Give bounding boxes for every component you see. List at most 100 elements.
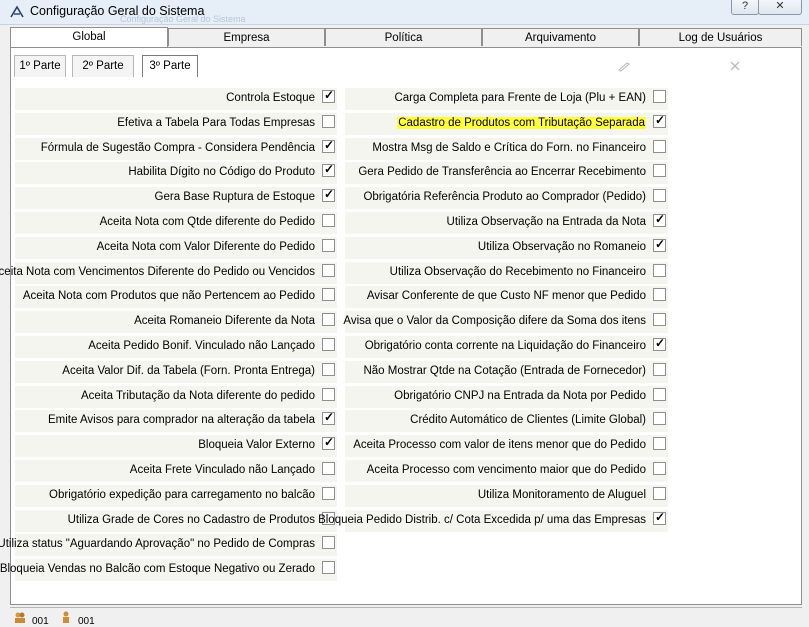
option-row: Carga Completa para Frente de Loja (Plu … bbox=[345, 88, 668, 110]
pencil-icon[interactable] bbox=[617, 59, 631, 73]
checkmark-icon: ✓ bbox=[324, 137, 335, 152]
option-label: Controla Estoque bbox=[226, 92, 315, 104]
option-row: Cadastro de Produtos com Tributação Sepa… bbox=[345, 112, 668, 135]
option-row: Aceita Nota com Valor Diferente do Pedid… bbox=[15, 236, 337, 259]
option-checkbox[interactable] bbox=[653, 387, 666, 401]
option-checkbox[interactable] bbox=[653, 90, 666, 103]
option-checkbox[interactable]: ✓ bbox=[653, 336, 666, 351]
option-checkbox[interactable]: ✓ bbox=[653, 112, 666, 128]
option-row: Bloqueia Vendas no Balcão com Estoque Ne… bbox=[0, 559, 337, 582]
option-checkbox[interactable] bbox=[653, 189, 666, 203]
option-checkbox[interactable] bbox=[322, 238, 335, 252]
option-label: Gera Base Ruptura de Estoque bbox=[154, 191, 315, 204]
option-label: Aceita Processo com vencimento maior que… bbox=[366, 464, 646, 476]
tab-politica[interactable]: Política bbox=[325, 28, 482, 46]
option-checkbox[interactable]: ✓ bbox=[322, 162, 335, 178]
option-row: Aceita Nota com Produtos que não Pertenc… bbox=[15, 286, 337, 309]
option-checkbox[interactable] bbox=[322, 561, 335, 575]
option-checkbox[interactable] bbox=[322, 214, 335, 227]
option-row: Aceita Pedido Bonif. Vinculado não Lança… bbox=[15, 336, 337, 358]
option-checkbox[interactable]: ✓ bbox=[322, 187, 335, 203]
option-checkbox[interactable] bbox=[322, 338, 335, 351]
option-row: Utiliza Monitoramento de Aluguel bbox=[345, 484, 668, 507]
option-label: Crédito Automático de Clientes (Limite G… bbox=[410, 414, 646, 427]
option-row: Utiliza Observação na Entrada da Nota ✓ bbox=[345, 212, 668, 234]
option-row: Utiliza status "Aguardando Aprovação" no… bbox=[0, 534, 337, 557]
person-icon bbox=[63, 611, 69, 623]
option-checkbox[interactable]: ✓ bbox=[322, 435, 335, 451]
option-row: Gera Pedido de Transferência ao Encerrar… bbox=[345, 162, 668, 185]
option-row: Obrigatória Referência Produto ao Compra… bbox=[345, 187, 668, 210]
option-checkbox[interactable] bbox=[322, 114, 335, 128]
option-checkbox[interactable]: ✓ bbox=[322, 88, 335, 103]
option-row: Obrigatório CNPJ na Entrada da Nota por … bbox=[345, 385, 668, 408]
option-checkbox[interactable] bbox=[322, 313, 335, 327]
checkmark-icon: ✓ bbox=[655, 112, 666, 127]
close-button[interactable]: ✕ bbox=[758, 0, 802, 15]
option-checkbox[interactable] bbox=[322, 362, 335, 376]
option-label: Cadastro de Produtos com Tributação Sepa… bbox=[397, 116, 646, 129]
option-label: Emite Avisos para comprador na alteração… bbox=[48, 414, 315, 427]
option-label: Obrigatória Referência Produto ao Compra… bbox=[363, 191, 646, 204]
option-checkbox[interactable] bbox=[322, 387, 335, 401]
tab-log-usuarios[interactable]: Log de Usuários bbox=[639, 28, 802, 46]
option-checkbox[interactable] bbox=[322, 288, 335, 302]
option-label: Avisar Conferente de que Custo NF menor … bbox=[366, 290, 646, 303]
option-label: Utiliza Observação do Recebimento no Fin… bbox=[389, 265, 646, 278]
option-checkbox[interactable] bbox=[653, 412, 666, 426]
subtab-parte-1[interactable]: 1º Parte bbox=[14, 55, 66, 77]
option-row: Aceita Nota com Qtde diferente do Pedido bbox=[15, 212, 337, 234]
option-checkbox[interactable]: ✓ bbox=[322, 410, 335, 426]
help-button[interactable]: ? bbox=[731, 0, 759, 15]
option-checkbox[interactable] bbox=[653, 313, 666, 327]
option-checkbox[interactable] bbox=[653, 362, 666, 376]
option-label: Mostra Msg de Saldo e Crítica do Forn. n… bbox=[372, 141, 646, 154]
status-bar: 001 001 bbox=[10, 607, 802, 627]
option-checkbox[interactable] bbox=[653, 486, 666, 500]
checkmark-icon: ✓ bbox=[324, 187, 335, 202]
option-checkbox[interactable] bbox=[322, 462, 335, 475]
subtab-parte-3[interactable]: 3º Parte bbox=[142, 55, 198, 77]
option-label: Aceita Nota com Valor Diferente do Pedid… bbox=[96, 240, 315, 253]
checkmark-icon: ✓ bbox=[324, 88, 335, 102]
option-checkbox[interactable] bbox=[653, 139, 666, 153]
eraser-x-icon[interactable] bbox=[728, 59, 742, 73]
option-checkbox[interactable] bbox=[322, 536, 335, 550]
option-checkbox[interactable]: ✓ bbox=[653, 510, 666, 525]
option-row: Aceita Processo com valor de itens menor… bbox=[345, 435, 668, 458]
option-checkbox[interactable] bbox=[653, 288, 666, 302]
option-label: Bloqueia Vendas no Balcão com Estoque Ne… bbox=[0, 563, 315, 576]
option-row: Não Mostrar Qtde na Cotação (Entrada de … bbox=[345, 360, 668, 383]
checkmark-icon: ✓ bbox=[655, 236, 666, 251]
option-label: Efetiva a Tabela Para Todas Empresas bbox=[117, 116, 315, 129]
option-row: Aceita Frete Vinculado não Lançado bbox=[15, 460, 337, 482]
option-checkbox[interactable] bbox=[653, 263, 666, 277]
option-row: Avisa que o Valor da Composição difere d… bbox=[343, 311, 668, 334]
tab-global[interactable]: Global bbox=[10, 27, 168, 47]
option-checkbox[interactable]: ✓ bbox=[322, 137, 335, 153]
option-row: Bloqueia Valor Externo ✓ bbox=[15, 435, 337, 458]
option-label: Bloqueia Valor Externo bbox=[198, 439, 315, 452]
option-label: Utiliza status "Aguardando Aprovação" no… bbox=[0, 538, 315, 551]
option-checkbox[interactable] bbox=[653, 462, 666, 475]
subtab-parte-2[interactable]: 2º Parte bbox=[72, 55, 134, 77]
checkmark-icon: ✓ bbox=[324, 410, 335, 425]
option-checkbox[interactable] bbox=[322, 263, 335, 277]
option-row: Gera Base Ruptura de Estoque ✓ bbox=[15, 187, 337, 210]
option-checkbox[interactable] bbox=[322, 486, 335, 500]
option-label: Avisa que o Valor da Composição difere d… bbox=[343, 315, 646, 328]
option-checkbox[interactable] bbox=[653, 437, 666, 451]
tab-arquivamento[interactable]: Arquivamento bbox=[482, 28, 639, 46]
option-row: Mostra Msg de Saldo e Crítica do Forn. n… bbox=[345, 137, 668, 160]
option-label: Aceita Pedido Bonif. Vinculado não Lança… bbox=[88, 340, 315, 352]
option-label: Utiliza Observação no Romaneio bbox=[477, 240, 646, 253]
option-label: Aceita Nota com Produtos que não Pertenc… bbox=[22, 290, 315, 303]
option-checkbox[interactable] bbox=[653, 164, 666, 178]
status-company-code: 001 bbox=[78, 616, 95, 627]
option-checkbox[interactable]: ✓ bbox=[653, 212, 666, 227]
tab-empresa[interactable]: Empresa bbox=[168, 28, 325, 46]
option-row: Aceita Valor Dif. da Tabela (Forn. Pront… bbox=[15, 360, 337, 383]
option-row: Aceita Processo com vencimento maior que… bbox=[345, 460, 668, 482]
status-user-code: 001 bbox=[32, 616, 49, 627]
option-checkbox[interactable]: ✓ bbox=[653, 236, 666, 252]
